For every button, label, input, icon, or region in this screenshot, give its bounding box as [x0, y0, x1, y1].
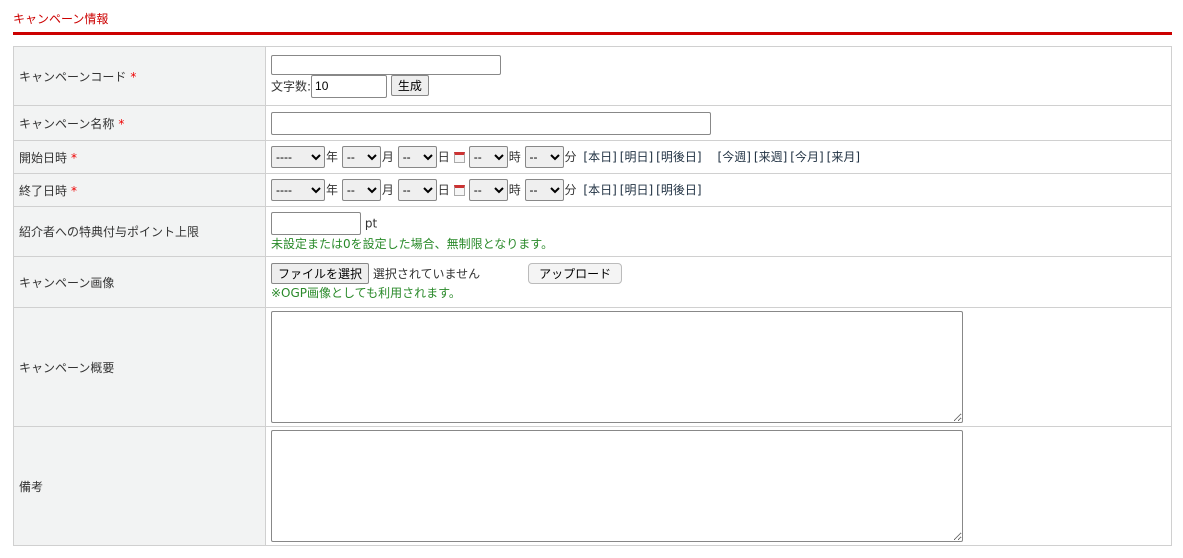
length-label: 文字数:: [271, 79, 312, 93]
row-end: 終了日時 * ---- 年 -- 月 -- 日 -- 時 -- 分 [本日] [明日] [明後日]: [13, 173, 1172, 207]
link-next-week[interactable]: [来週]: [754, 150, 787, 164]
link-today[interactable]: [本日]: [583, 150, 616, 164]
required-mark: *: [118, 116, 125, 131]
label-end: 終了日時: [19, 183, 68, 198]
required-mark: *: [71, 183, 78, 198]
link-this-month[interactable]: [今月]: [790, 150, 823, 164]
end-month-select[interactable]: --: [341, 179, 381, 201]
link-next-month[interactable]: [来月]: [827, 150, 860, 164]
link-day-after[interactable]: [明後日]: [656, 150, 701, 164]
end-year-select[interactable]: ----: [271, 179, 325, 201]
start-hour-select[interactable]: --: [468, 146, 508, 168]
hour-unit: 時: [508, 183, 521, 197]
row-name: キャンペーン名称 *: [13, 105, 1172, 141]
day-unit: 日: [437, 183, 450, 197]
link-today[interactable]: [本日]: [583, 183, 616, 197]
label-notes: 備考: [19, 479, 44, 494]
label-points: 紹介者への特典付与ポイント上限: [19, 225, 200, 239]
calendar-icon[interactable]: [453, 185, 465, 196]
start-day-select[interactable]: --: [397, 146, 437, 168]
hour-unit: 時: [508, 150, 521, 164]
link-tomorrow[interactable]: [明日]: [620, 183, 653, 197]
label-image: キャンペーン画像: [19, 275, 115, 290]
month-unit: 月: [381, 150, 394, 164]
row-notes: 備考: [13, 426, 1172, 546]
calendar-icon[interactable]: [453, 152, 465, 163]
points-note: 未設定または0を設定した場合、無制限となります。: [271, 236, 554, 251]
end-hour-select[interactable]: --: [468, 179, 508, 201]
points-input[interactable]: [271, 211, 361, 235]
campaign-form: キャンペーンコード* 文字数: 生成 キャンペーン名称* 開始日時* ----年…: [13, 46, 1172, 546]
label-summary: キャンペーン概要: [19, 360, 115, 375]
label-start: 開始日時: [19, 150, 68, 165]
link-tomorrow[interactable]: [明日]: [620, 150, 653, 164]
start-minute-select[interactable]: --: [524, 146, 564, 168]
upload-button[interactable]: アップロード: [528, 263, 623, 284]
campaign-code-input[interactable]: [271, 54, 501, 75]
link-this-week[interactable]: [今週]: [718, 150, 751, 164]
minute-unit: 分: [564, 183, 577, 197]
notes-textarea[interactable]: [271, 430, 963, 542]
row-start: 開始日時 * ---- 年 -- 月 -- 日 -- 時 -- 分 [本日] [明日] [明後日]…: [13, 140, 1172, 174]
summary-textarea[interactable]: [271, 311, 963, 423]
month-unit: 月: [381, 183, 394, 197]
row-image: キャンペーン画像 ファイルを選択 選択されていません アップロード ※OGP画像とし…: [13, 256, 1172, 308]
start-year-select[interactable]: ----: [271, 146, 325, 168]
section-title: キャンペーン情報: [13, 12, 109, 26]
day-unit: 日: [437, 150, 450, 164]
row-code: キャンペーンコード* 文字数: 生成: [13, 46, 1172, 106]
choose-file-button[interactable]: ファイルを選択: [271, 263, 370, 284]
length-input[interactable]: [311, 74, 388, 98]
end-day-select[interactable]: --: [397, 179, 437, 201]
label-name: キャンペーン名称: [19, 116, 115, 131]
minute-unit: 分: [564, 150, 577, 164]
row-points: 紹介者への特典付与ポイント上限 pt 未設定または0を設定した場合、無制限となりま…: [13, 206, 1172, 257]
end-minute-select[interactable]: --: [524, 179, 564, 201]
no-file-text: 選択されていません: [372, 267, 481, 281]
start-month-select[interactable]: --: [341, 146, 381, 168]
year-unit: 年: [326, 150, 339, 164]
year-unit: 年: [326, 183, 339, 197]
section-divider: [13, 32, 1172, 35]
image-note: ※OGP画像としても利用されます。: [271, 286, 461, 300]
campaign-name-input[interactable]: [271, 111, 711, 135]
required-mark: *: [71, 150, 78, 165]
label-code: キャンペーンコード: [19, 69, 127, 84]
row-summary: キャンペーン概要: [13, 307, 1172, 427]
generate-button[interactable]: 生成: [390, 75, 429, 96]
link-day-after[interactable]: [明後日]: [656, 183, 701, 197]
points-unit: pt: [364, 216, 378, 230]
required-mark: *: [130, 69, 137, 84]
